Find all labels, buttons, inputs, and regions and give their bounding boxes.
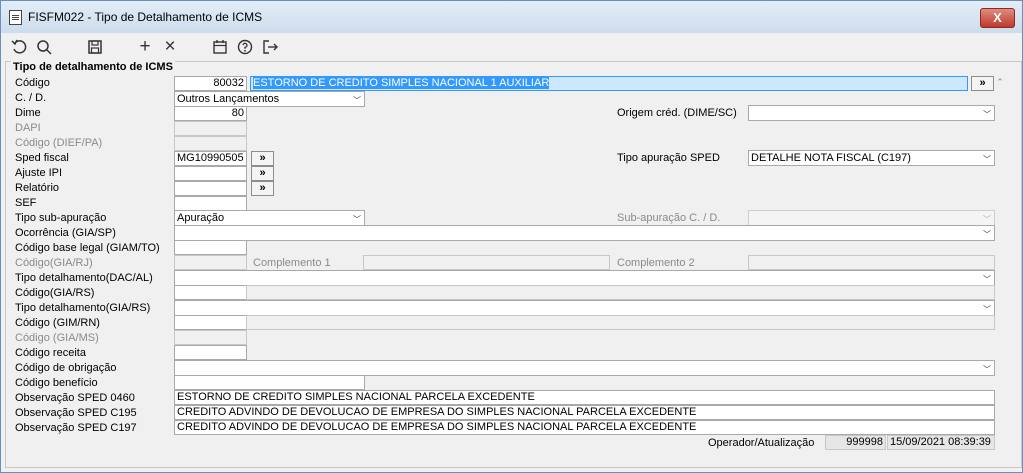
ocorrencia-label: Ocorrência (GIA/SP) — [15, 227, 116, 239]
window-title: FISFM022 - Tipo de Detalhamento de ICMS — [28, 10, 263, 24]
toolbar: + × — [1, 34, 1022, 60]
search-icon[interactable] — [34, 37, 54, 57]
origem-cred-select[interactable]: ﹀ — [748, 105, 995, 121]
sef-field[interactable] — [174, 196, 247, 211]
chevron-down-icon: ﹀ — [983, 155, 991, 164]
sped-fiscal-lookup-button[interactable]: » — [251, 151, 274, 166]
codigo-receita-label: Código receita — [15, 347, 86, 359]
tipo-det-dac-label: Tipo detalhamento(DAC/AL) — [15, 272, 153, 284]
section-title: Tipo de detalhamento de ICMS — [11, 61, 175, 73]
relatorio-label: Relatório — [15, 182, 60, 194]
chevron-down-icon: ﹀ — [353, 96, 361, 105]
save-icon[interactable] — [85, 37, 105, 57]
help-icon[interactable] — [235, 37, 255, 57]
codigo-gia-rs-description — [246, 285, 995, 300]
codigo-gia-rj-label: Código(GIA/RJ) — [15, 257, 93, 269]
complemento2-field — [748, 255, 995, 270]
complemento1-field — [363, 255, 610, 270]
exit-icon[interactable] — [260, 37, 280, 57]
codigo-beneficio-field[interactable] — [174, 375, 365, 390]
scroll-up-icon[interactable]: ⌃ — [995, 77, 1005, 87]
codigo-dief-field — [174, 136, 247, 151]
tipo-apuracao-sped-select[interactable]: DETALHE NOTA FISCAL (C197) ﹀ — [748, 150, 995, 166]
codigo-gia-ms-label: Código (GIA/MS) — [15, 332, 99, 344]
calendar-icon[interactable] — [210, 37, 230, 57]
tipo-det-gia-rs-select[interactable]: ﹀ — [174, 300, 995, 316]
chevron-down-icon: ﹀ — [983, 110, 991, 119]
obs-c195-field[interactable]: CREDITO ADVINDO DE DEVOLUCAO DE EMPRESA … — [174, 405, 995, 420]
obs-c197-label: Observação SPED C197 — [15, 422, 137, 434]
ajuste-ipi-lookup-button[interactable]: » — [251, 166, 274, 181]
codigo-label: Código — [15, 77, 50, 89]
obs-c197-field[interactable]: CREDITO ADVINDO DE DEVOLUCAO DE EMPRESA … — [174, 420, 995, 435]
obs-c195-label: Observação SPED C195 — [15, 407, 137, 419]
obs-0460-field[interactable]: ESTORNO DE CREDITO SIMPLES NACIONAL PARC… — [174, 390, 995, 405]
codigo-gim-rn-description — [246, 315, 995, 330]
tipo-det-gia-rs-label: Tipo detalhamento(GIA/RS) — [15, 302, 151, 314]
codigo-description-field[interactable]: ESTORNO DE CREDITO SIMPLES NACIONAL 1 AU… — [250, 76, 968, 91]
dime-label: Dime — [15, 107, 41, 119]
operador-timestamp-field: 15/09/2021 08:39:39 — [887, 435, 995, 450]
cd-value: Outros Lançamentos — [177, 93, 280, 105]
document-icon — [9, 10, 22, 25]
tipo-sub-apuracao-label: Tipo sub-apuração — [15, 212, 107, 224]
delete-icon[interactable]: × — [160, 37, 180, 57]
sef-label: SEF — [15, 197, 37, 209]
chevron-down-icon: ﹀ — [983, 365, 991, 374]
operador-user-field: 999998 — [825, 435, 886, 450]
tipo-apuracao-sped-label: Tipo apuração SPED — [617, 152, 720, 164]
complemento2-label: Complemento 2 — [617, 257, 695, 269]
codigo-lookup-button[interactable]: » — [971, 76, 994, 91]
complemento1-label: Complemento 1 — [253, 257, 331, 269]
sub-apuracao-cd-label: Sub-apuração C. / D. — [617, 212, 721, 224]
origem-cred-label: Origem créd. (DIME/SC) — [617, 107, 737, 119]
operador-label: Operador/Atualização — [708, 437, 815, 449]
relatorio-field[interactable] — [174, 181, 247, 196]
codigo-gim-rn-label: Código (GIM/RN) — [15, 317, 100, 329]
cd-select[interactable]: Outros Lançamentos ﹀ — [174, 91, 365, 107]
sped-fiscal-field[interactable]: MG10990505 — [174, 151, 247, 166]
tipo-det-dac-select[interactable]: ﹀ — [174, 270, 995, 286]
codigo-gia-rs-label: Código(GIA/RS) — [15, 287, 95, 299]
ajuste-ipi-field[interactable] — [174, 166, 247, 181]
codigo-gia-rs-field[interactable] — [174, 285, 247, 300]
codigo-gia-rj-field — [174, 255, 247, 270]
close-button[interactable]: X — [980, 8, 1015, 28]
sub-apuracao-cd-select: ﹀ — [748, 210, 995, 226]
codigo-field[interactable]: 80032 — [174, 76, 247, 91]
codigo-base-legal-label: Código base legal (GIAM/TO) — [15, 242, 160, 254]
ocorrencia-select[interactable]: ﹀ — [174, 225, 995, 241]
codigo-dief-label: Código (DIEF/PA) — [15, 137, 103, 149]
codigo-receita-field[interactable] — [174, 345, 247, 360]
codigo-gia-ms-field — [174, 330, 247, 345]
sped-fiscal-label: Sped fiscal — [15, 152, 69, 164]
codigo-obrigacao-label: Código de obrigação — [15, 362, 117, 374]
relatorio-lookup-button[interactable]: » — [251, 181, 274, 196]
title-bar: FISFM022 - Tipo de Detalhamento de ICMS … — [1, 1, 1022, 33]
codigo-beneficio-label: Código benefício — [15, 377, 98, 389]
add-icon[interactable]: + — [135, 37, 155, 57]
codigo-base-legal-field[interactable] — [174, 240, 247, 255]
dapi-field — [174, 121, 247, 136]
dime-field[interactable]: 80 — [174, 106, 247, 121]
cd-label: C. / D. — [15, 92, 47, 104]
codigo-obrigacao-select[interactable]: ﹀ — [174, 360, 995, 376]
ajuste-ipi-label: Ajuste IPI — [15, 167, 63, 179]
tipo-apuracao-sped-value: DETALHE NOTA FISCAL (C197) — [751, 152, 911, 164]
app-window: FISFM022 - Tipo de Detalhamento de ICMS … — [0, 0, 1023, 473]
tipo-sub-apuracao-select[interactable]: Apuração ﹀ — [174, 210, 365, 226]
tipo-sub-apuracao-value: Apuração — [177, 212, 225, 224]
dapi-label: DAPI — [15, 122, 41, 134]
chevron-down-icon: ﹀ — [983, 230, 991, 239]
codigo-gim-rn-field[interactable] — [174, 315, 247, 330]
obs-0460-label: Observação SPED 0460 — [15, 392, 135, 404]
undo-icon[interactable] — [9, 37, 29, 57]
codigo-description-text: ESTORNO DE CREDITO SIMPLES NACIONAL 1 AU… — [253, 77, 550, 89]
